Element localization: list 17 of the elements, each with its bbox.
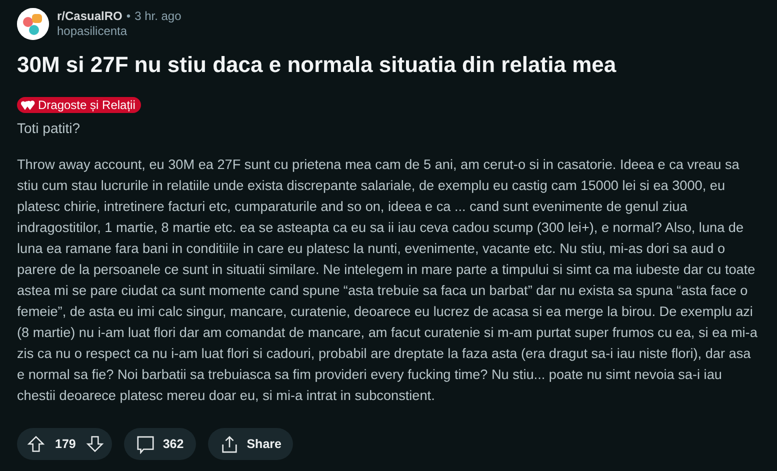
vote-count: 179 bbox=[55, 437, 76, 451]
separator-dot: • bbox=[126, 9, 131, 24]
comments-button[interactable]: 362 bbox=[124, 428, 196, 460]
upvote-icon[interactable] bbox=[27, 435, 45, 453]
share-icon bbox=[220, 434, 239, 454]
post-title: 30M si 27F nu stiu daca e normala situatia din relatia mea bbox=[17, 51, 618, 79]
subreddit-name[interactable]: r/CasualRO bbox=[57, 9, 122, 24]
share-button[interactable]: Share bbox=[208, 428, 294, 460]
hearts-icon bbox=[21, 99, 35, 111]
post-body: Throw away account, eu 30M ea 27F sunt cu prietena mea cam de 5 ani, am cerut-o si in casatorie. Ideea e ca vreau sa stiu cum stau lucrurile in relatiile unde exista discrepante salariale, de exemplu eu castig cam 15000 lei si ea 3000, eu platesc chirie, intretinere facturi etc, cumparaturile and so on, ideea e ca ... cand sunt evenimente de genul ziua indragostitilor, 1 martie, 8 martie etc. ea se asteapta ca eu sa ii iau ceva cadou scump (300 lei+), e normal? Also, luna de luna ea ramane fara bani in conditiile in care eu platesc la nunti, evenimente, vacante etc. Nu stiu, mi-as dori sa aud o parere de la persoanele ce sunt in situatii similare. Ne intelegem in mare parte a timpului si simt ca ma iubeste dar cu toate astea mi se pare ciudat ca sunt momente cand spune “asta trebuie sa faca un barbat” dar nu exista sa spuna “asta face o femeie”, de asta eu imi calc singur, mancare, curatenie, deoarece eu lucrez de acasa si ea merge la birou. De exemplu azi (8 martie) nu i-am luat flori dar am comandat de mancare, am facut curatenie si m-am purtat super frumos cu ea, si ea mi-a zis ca nu o respect ca nu i-am luat flori si cadouri, probabil are dreptate la faza asta (era dragut sa-i iau niste flori), dar asa e normal sa fie? Noi barbatii sa trebuiasca sa fim provideri every fucking time? Nu stiu... poate nu simt nevoia sa-i iau chestii deoarece platesc mereu doar eu, si mi-a intrat in subconstient. bbox=[17, 156, 758, 405]
comment-icon bbox=[136, 434, 155, 454]
post-subtitle: Toti patiti? bbox=[17, 119, 82, 138]
post-time: 3 hr. ago bbox=[134, 9, 182, 24]
post-flair[interactable]: Dragoste și Relații bbox=[17, 97, 142, 113]
downvote-icon[interactable] bbox=[86, 435, 104, 453]
subreddit-avatar[interactable] bbox=[17, 8, 49, 40]
author-name[interactable]: hopasilicenta bbox=[57, 24, 182, 39]
